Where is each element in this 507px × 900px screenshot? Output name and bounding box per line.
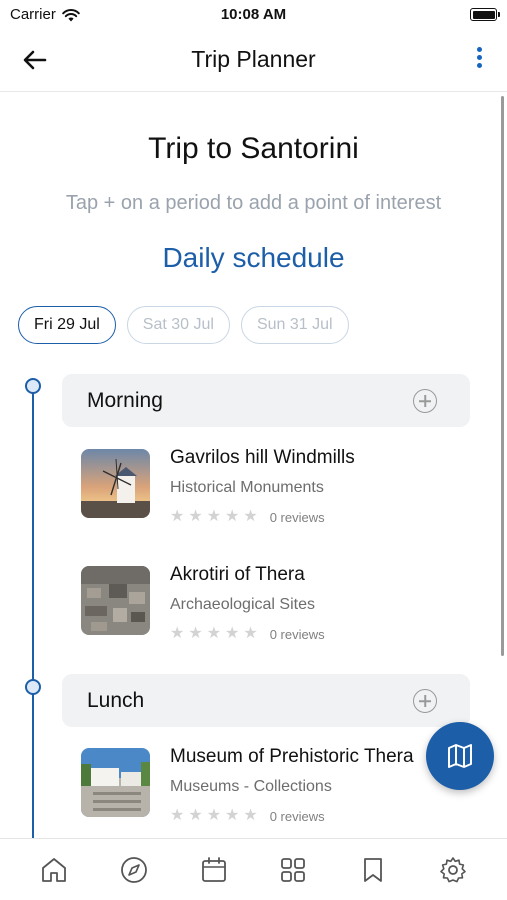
add-poi-button[interactable]	[413, 389, 437, 413]
star-icon: ★	[170, 625, 185, 642]
poi-rating: ★ ★ ★ ★ ★ 0 reviews	[170, 808, 325, 824]
timeline-dot-morning	[25, 378, 41, 394]
star-icon: ★	[206, 625, 222, 642]
schedule-scroll-area[interactable]: Trip to Santorini Tap + on a period to a…	[0, 92, 507, 838]
star-icon: ★	[170, 807, 185, 824]
poi-name: Museum of Prehistoric Thera	[170, 746, 414, 767]
battery-icon	[470, 8, 500, 21]
period-label: Morning	[87, 389, 163, 412]
star-icon: ★	[170, 508, 185, 525]
daily-schedule-title: Daily schedule	[162, 242, 345, 273]
compass-icon	[120, 856, 147, 883]
map-fab-button[interactable]	[426, 722, 494, 790]
timeline-line	[32, 386, 34, 838]
timeline-dot-lunch	[25, 679, 41, 695]
review-count: 0 reviews	[269, 509, 325, 525]
tab-home[interactable]	[36, 852, 72, 888]
star-icon: ★	[243, 807, 258, 824]
day-chip-sun[interactable]: Sun 31 Jul	[240, 306, 349, 344]
hint-text: Tap + on a period to add a point of inte…	[65, 192, 442, 214]
map-icon	[448, 744, 472, 768]
review-count: 0 reviews	[269, 626, 325, 642]
day-chip-sat[interactable]: Sat 30 Jul	[126, 306, 230, 344]
period-header-morning: Morning	[62, 374, 470, 427]
tab-bar	[0, 838, 507, 900]
star-icon: ★	[188, 508, 203, 525]
home-icon	[42, 857, 66, 882]
star-icon: ★	[225, 625, 240, 642]
poi-name: Akrotiri of Thera	[170, 564, 305, 585]
tab-settings[interactable]	[435, 852, 471, 888]
tab-explore[interactable]	[116, 852, 152, 888]
nav-title: Trip Planner	[191, 46, 316, 72]
bookmark-icon	[364, 857, 383, 882]
poi-item[interactable]: Gavrilos hill Windmills Historical Monum…	[81, 447, 491, 525]
status-time: 10:08 AM	[220, 6, 287, 23]
settings-icon	[440, 856, 466, 882]
tab-categories[interactable]	[275, 852, 311, 888]
scrollbar[interactable]	[501, 96, 504, 656]
poi-name: Gavrilos hill Windmills	[170, 447, 355, 468]
star-icon: ★	[243, 508, 258, 525]
poi-category: Museums - Collections	[170, 778, 332, 795]
poi-category: Archaeological Sites	[170, 596, 315, 613]
period-label: Lunch	[87, 689, 145, 712]
add-poi-button[interactable]	[413, 689, 437, 713]
tab-planner[interactable]	[196, 852, 232, 888]
star-icon: ★	[243, 625, 258, 642]
more-vertical-icon	[469, 47, 489, 68]
star-icon: ★	[188, 807, 203, 824]
poi-thumbnail	[81, 748, 150, 817]
poi-rating: ★ ★ ★ ★ ★ 0 reviews	[170, 509, 325, 525]
poi-rating: ★ ★ ★ ★ ★ 0 reviews	[170, 626, 325, 642]
poi-item[interactable]: Akrotiri of Thera Archaeological Sites ★…	[81, 564, 491, 642]
status-bar: Carrier 10:08 AM	[0, 0, 507, 30]
poi-thumbnail	[81, 566, 150, 635]
period-header-lunch: Lunch	[62, 674, 470, 727]
grid-icon	[281, 857, 306, 882]
poi-category: Historical Monuments	[170, 479, 324, 496]
more-button[interactable]	[469, 44, 489, 74]
nav-bar: Trip Planner	[0, 30, 507, 92]
calendar-icon	[201, 856, 226, 882]
star-icon: ★	[225, 807, 240, 824]
tab-bookmarks[interactable]	[355, 852, 391, 888]
day-selector: Fri 29 Jul Sat 30 Jul Sun 31 Jul	[18, 306, 349, 344]
star-icon: ★	[188, 625, 203, 642]
poi-thumbnail	[81, 449, 150, 518]
star-icon: ★	[225, 508, 240, 525]
star-icon: ★	[206, 508, 222, 525]
day-chip-fri[interactable]: Fri 29 Jul	[18, 306, 116, 344]
review-count: 0 reviews	[269, 808, 325, 824]
trip-title: Trip to Santorini	[148, 132, 359, 165]
star-icon: ★	[206, 807, 222, 824]
